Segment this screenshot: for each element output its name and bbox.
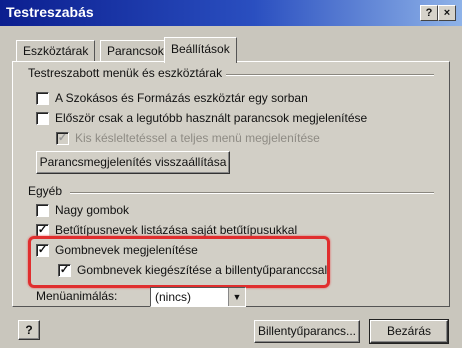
group-title-menus: Testreszabott menük és eszköztárak: [28, 66, 227, 80]
tab-label: Eszköztárak: [23, 44, 89, 58]
menu-animation-label: Menüanimálás:: [36, 289, 117, 303]
option-label: Nagy gombok: [55, 203, 130, 217]
chevron-down-icon[interactable]: ▼: [228, 288, 245, 306]
checkbox[interactable]: [36, 91, 49, 105]
tab-parancsok[interactable]: Parancsok: [100, 40, 171, 62]
tab-label: Beállítások: [171, 42, 230, 56]
option-label: Kis késleltetéssel a teljes menü megjele…: [75, 131, 320, 145]
tab-label: Parancsok: [107, 44, 164, 58]
help-icon[interactable]: ?: [18, 320, 40, 340]
close-button[interactable]: Bezárás: [369, 319, 449, 344]
option-row[interactable]: Először csak a legutóbb használt parancs…: [36, 111, 367, 125]
tab-beallitasok[interactable]: Beállítások: [164, 37, 237, 63]
highlight-annotation: [28, 236, 330, 288]
option-row[interactable]: ✓ Betűtípusnevek listázása saját betűtíp…: [36, 223, 297, 237]
group-divider: [70, 192, 434, 194]
option-label: Betűtípusnevek listázása saját betűtípus…: [55, 223, 298, 237]
checkbox[interactable]: [36, 111, 49, 125]
reset-commands-button[interactable]: Parancsmegjelenítés visszaállítása: [36, 151, 230, 174]
help-title-button[interactable]: ?: [420, 5, 438, 21]
option-label: Először csak a legutóbb használt parancs…: [55, 111, 368, 125]
checkbox[interactable]: ✓: [36, 223, 49, 237]
select-value: (nincs): [155, 290, 192, 304]
checkbox[interactable]: [36, 203, 49, 217]
menu-animation-text: Menüanimálás:: [36, 289, 118, 303]
tab-eszkoztarak[interactable]: Eszköztárak: [16, 40, 96, 62]
option-row-disabled: ✓ Kis késleltetéssel a teljes menü megje…: [56, 131, 320, 145]
checkbox-disabled: ✓: [56, 131, 69, 145]
keyboard-shortcuts-button[interactable]: Billentyűparancs...: [254, 320, 360, 343]
option-row[interactable]: A Szokásos és Formázás eszköztár egy sor…: [36, 91, 308, 105]
option-row[interactable]: Nagy gombok: [36, 203, 129, 217]
title-bar: Testreszabás ? ×: [0, 0, 462, 26]
group-divider: [220, 74, 434, 76]
group-title-other: Egyéb: [28, 184, 67, 198]
menu-animation-select[interactable]: (nincs) ▼: [150, 287, 246, 307]
window-title: Testreszabás: [6, 4, 94, 20]
close-title-button[interactable]: ×: [438, 5, 456, 21]
option-label: A Szokásos és Formázás eszköztár egy sor…: [55, 91, 308, 105]
